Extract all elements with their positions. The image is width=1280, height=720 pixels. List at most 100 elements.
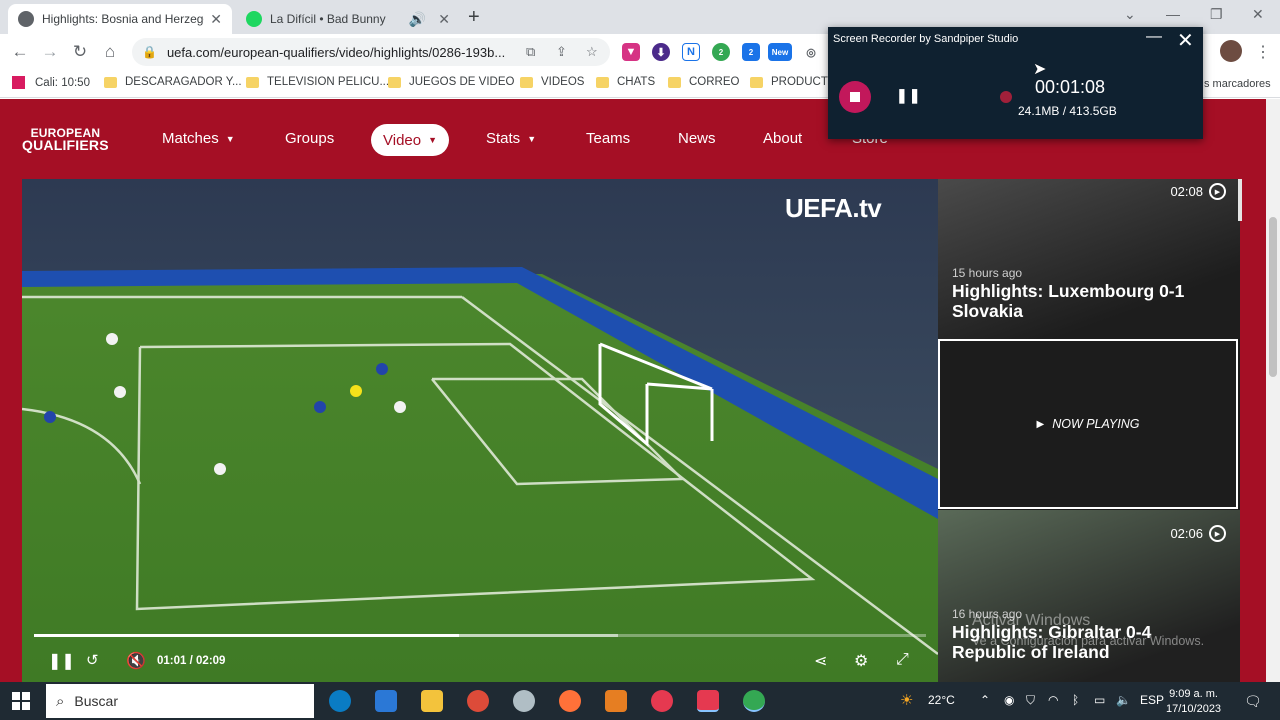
search-icon: ⌕: [56, 692, 65, 710]
volume-icon[interactable]: 🔈: [1116, 693, 1131, 707]
address-bar[interactable]: 🔒 uefa.com/european-qualifiers/video/hig…: [132, 38, 610, 66]
european-qualifiers-logo[interactable]: EUROPEAN QUALIFIERS: [22, 127, 109, 152]
chrome-app-icon[interactable]: [467, 690, 489, 712]
bookmark-star-icon[interactable]: ☆: [586, 44, 598, 60]
tab-bosnia-highlights[interactable]: Highlights: Bosnia and Herzegov ✕: [8, 4, 232, 34]
tray-expand-icon[interactable]: ⌃: [980, 693, 990, 707]
chrome-active-app-icon[interactable]: [743, 690, 765, 712]
scrollbar-thumb[interactable]: [1269, 217, 1277, 377]
bookmark-television[interactable]: TELEVISION PELICU...: [246, 76, 389, 88]
duration-badge: 02:08 ▶: [1170, 183, 1226, 200]
minimize-window-button[interactable]: —: [1166, 6, 1180, 22]
close-window-button[interactable]: ✕: [1252, 6, 1264, 23]
bookmark-correo[interactable]: CORREO: [668, 76, 739, 88]
screen-recorder-window: Screen Recorder by Sandpiper Studio — ✕ …: [828, 27, 1203, 139]
tray-security-icon[interactable]: ⛉: [1026, 693, 1035, 708]
page-scrollbar[interactable]: [1266, 99, 1280, 682]
media-app-icon[interactable]: [605, 690, 627, 712]
home-button[interactable]: ⌂: [98, 40, 122, 64]
app-icon[interactable]: [513, 690, 535, 712]
network-icon[interactable]: ◠: [1048, 693, 1058, 707]
new-tab-button[interactable]: +: [468, 6, 480, 29]
firefox-app-icon[interactable]: [559, 690, 581, 712]
close-tab-icon[interactable]: ✕: [210, 11, 222, 28]
edge-app-icon[interactable]: [329, 690, 351, 712]
nav-matches[interactable]: Matches ▼: [162, 130, 235, 147]
duration-badge: 02:06 ▶: [1170, 525, 1226, 542]
pause-button[interactable]: ❚❚: [48, 651, 75, 671]
recording-indicator-icon: [1000, 91, 1012, 103]
recorder-minimize-button[interactable]: —: [1146, 28, 1162, 46]
share-icon[interactable]: ⇪: [556, 44, 567, 60]
bookmark-producto[interactable]: PRODUCTO: [750, 76, 837, 88]
download-extension-icon[interactable]: ▼: [622, 43, 640, 61]
playlist-scrollbar[interactable]: [1238, 179, 1242, 221]
playlist-item[interactable]: 02:08 ▶ 15 hours ago Highlights: Luxembo…: [938, 179, 1240, 339]
nav-teams[interactable]: Teams: [586, 130, 630, 147]
folder-icon: [668, 76, 681, 88]
maximize-window-button[interactable]: ❐: [1210, 6, 1223, 23]
weather-temperature[interactable]: 22°C: [928, 693, 955, 707]
weather-icon[interactable]: ☀: [900, 691, 913, 709]
tab-search-icon[interactable]: ⌄: [1124, 6, 1136, 23]
playlist-item[interactable]: 02:06 ▶ 16 hours ago Highlights: Gibralt…: [938, 510, 1240, 682]
other-bookmarks[interactable]: s marcadores: [1204, 78, 1271, 90]
settings-gear-icon[interactable]: ⚙: [854, 651, 868, 671]
tray-app-icon[interactable]: ◉: [1004, 693, 1014, 707]
recorder-app-icon[interactable]: [651, 690, 673, 712]
nav-video[interactable]: Video ▼: [371, 124, 450, 156]
now-playing-card[interactable]: ▶ NOW PLAYING: [938, 339, 1238, 509]
nav-news[interactable]: News: [678, 130, 716, 147]
battery-icon[interactable]: ▭: [1094, 693, 1105, 707]
n-extension-icon[interactable]: N: [682, 43, 700, 61]
tab-bad-bunny[interactable]: La Difícil • Bad Bunny 🔊 ✕: [236, 4, 460, 34]
reload-button[interactable]: ↻: [68, 40, 92, 64]
bookmark-videos[interactable]: VIDEOS: [520, 76, 584, 88]
browser-menu-icon[interactable]: ⋮: [1255, 42, 1271, 62]
forward-button[interactable]: →: [38, 40, 62, 64]
play-icon: ▶: [1036, 418, 1045, 430]
nav-stats[interactable]: Stats ▼: [486, 130, 536, 147]
published-time: 15 hours ago: [952, 266, 1023, 280]
bookmark-juegos[interactable]: JUEGOS DE VIDEO: [388, 76, 514, 88]
taskbar-search-box[interactable]: ⌕ Buscar: [46, 684, 314, 718]
store-app-icon[interactable]: [375, 690, 397, 712]
screenshot-extension-icon[interactable]: ◎: [802, 43, 820, 61]
bookmark-cali[interactable]: Cali: 10:50: [12, 76, 90, 89]
fullscreen-icon[interactable]: ⤢: [896, 651, 909, 669]
new-extension-icon[interactable]: New: [768, 43, 792, 61]
video-progress-bar[interactable]: [34, 634, 926, 637]
notifications-icon[interactable]: 🗨: [1244, 693, 1262, 710]
bookmark-descaragador[interactable]: DESCARAGADOR Y...: [104, 76, 242, 88]
speaker-icon[interactable]: 🔊: [409, 11, 426, 28]
file-explorer-app-icon[interactable]: [421, 690, 443, 712]
language-indicator[interactable]: ESP: [1140, 693, 1164, 707]
nav-about[interactable]: About: [763, 130, 802, 147]
video-player[interactable]: UEFA.tv ❚❚ ↺ 🔇 01:01 / 02:09 ⋖ ⚙ ⤢: [22, 179, 938, 682]
taskbar-clock[interactable]: 9:09 a. m. 17/10/2023: [1166, 687, 1221, 717]
stop-recording-button[interactable]: [839, 81, 871, 113]
back-button[interactable]: ←: [8, 40, 32, 64]
folder-icon: [596, 76, 609, 88]
screen-recorder-app-icon[interactable]: [697, 690, 719, 712]
start-button[interactable]: [12, 692, 30, 710]
translate-icon[interactable]: ⧉: [526, 44, 535, 60]
profile-avatar[interactable]: [1220, 40, 1242, 62]
pause-recording-button[interactable]: ❚❚: [896, 87, 921, 104]
rewind-10-icon[interactable]: ↺: [86, 651, 99, 669]
mute-icon[interactable]: 🔇: [126, 651, 146, 671]
save-extension-icon[interactable]: 2: [742, 43, 760, 61]
nav-groups[interactable]: Groups: [285, 130, 334, 147]
uefa-favicon-icon: [18, 11, 34, 27]
bluetooth-icon[interactable]: ᛒ: [1072, 693, 1079, 707]
share-icon[interactable]: ⋖: [814, 651, 827, 671]
close-tab-icon[interactable]: ✕: [438, 11, 450, 28]
translate-extension-icon[interactable]: 2: [712, 43, 730, 61]
downloader-extension-icon[interactable]: ⬇: [652, 43, 670, 61]
folder-icon: [246, 76, 259, 88]
recorder-close-button[interactable]: ✕: [1177, 28, 1194, 53]
football-pitch-frame: [22, 179, 938, 682]
caret-down-icon: ▼: [527, 133, 537, 144]
bookmark-chats[interactable]: CHATS: [596, 76, 655, 88]
windows-taskbar: ⌕ Buscar ☀ 22°C ⌃ ◉ ⛉ ◠ ᛒ ▭ 🔈 ESP 9:09 a…: [0, 682, 1280, 720]
